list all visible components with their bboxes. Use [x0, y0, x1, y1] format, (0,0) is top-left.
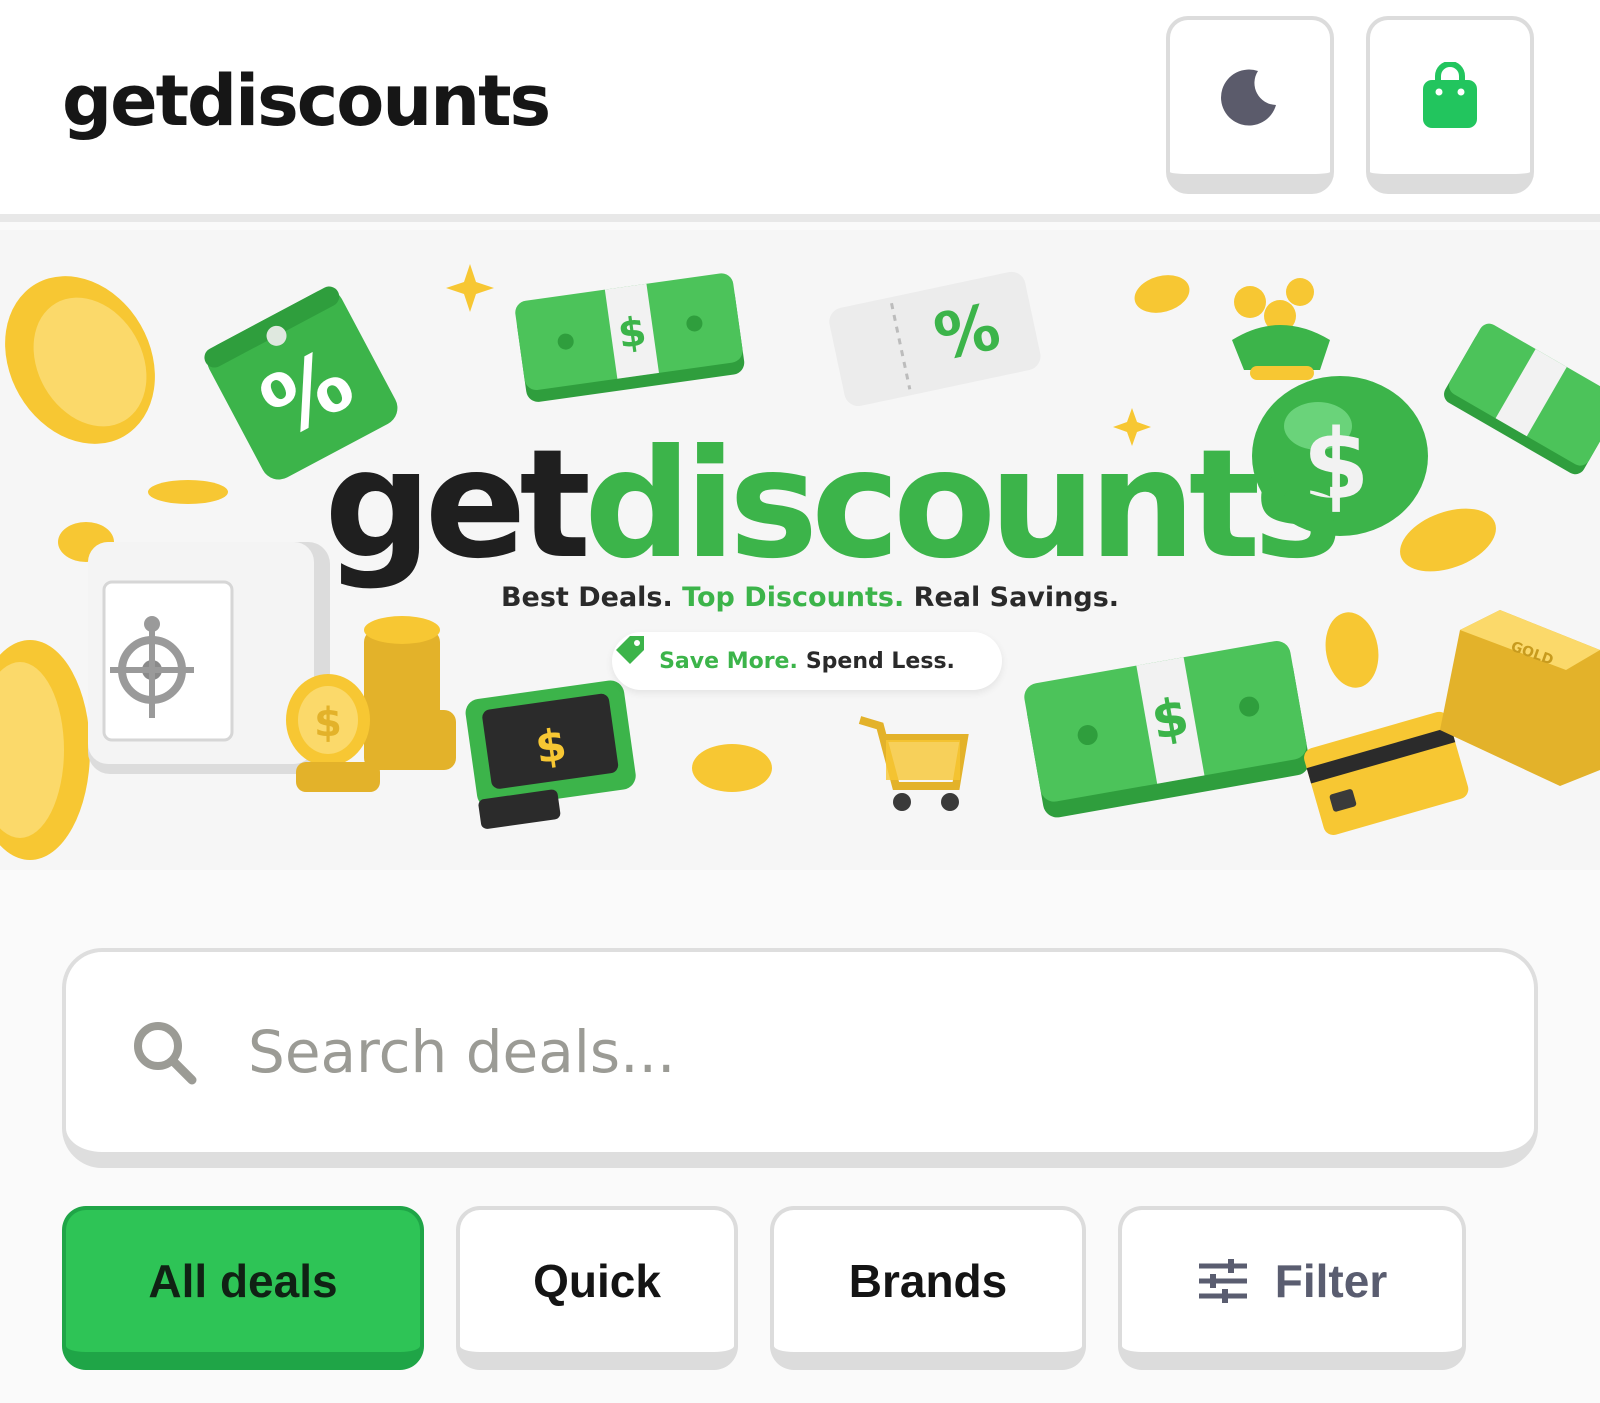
coin-icon	[692, 744, 772, 792]
sparkle-icon	[446, 264, 494, 312]
slogan-save-more: Save More.	[659, 648, 798, 674]
chip-brands-label: Brands	[848, 1255, 1008, 1307]
app-logo[interactable]: getdiscounts	[62, 60, 551, 142]
coin-icon	[1325, 612, 1379, 688]
chip-quick[interactable]: Quick	[456, 1206, 738, 1370]
sliders-icon	[1198, 1259, 1247, 1303]
coin-icon	[0, 640, 90, 860]
chip-all-deals-label: All deals	[148, 1255, 338, 1307]
search-icon	[134, 1022, 197, 1085]
slogan-spend-less: Spend Less.	[805, 648, 955, 674]
banner-brand-title: getdiscounts	[0, 430, 1600, 580]
banner-tagline: Best Deals. Top Discounts. Real Savings.	[0, 582, 1600, 613]
tagline-top-discounts: Top Discounts.	[682, 582, 905, 613]
coupon-icon: %	[829, 271, 1041, 407]
shopping-bag-icon	[1423, 62, 1477, 128]
chip-all-deals[interactable]: All deals	[62, 1206, 424, 1370]
svg-text:$: $	[314, 700, 342, 746]
shopping-cart-icon	[858, 716, 969, 811]
wallet-icon: $	[465, 680, 636, 829]
brand-part-discounts: discounts	[584, 418, 1343, 592]
tag-icon	[616, 636, 644, 664]
coin-icon	[1134, 275, 1190, 313]
tagline-best-deals: Best Deals.	[500, 582, 673, 613]
theme-toggle-button[interactable]	[1166, 16, 1334, 194]
top-header: getdiscounts	[0, 0, 1600, 222]
brand-part-get: get	[324, 418, 591, 592]
search-bar[interactable]	[62, 948, 1538, 1168]
tagline-real-savings: Real Savings.	[913, 582, 1120, 613]
moon-icon	[1221, 69, 1276, 126]
search-input[interactable]	[248, 1018, 1448, 1086]
chip-brands[interactable]: Brands	[770, 1206, 1086, 1370]
filter-button-label: Filter	[1274, 1255, 1388, 1307]
filter-button[interactable]: Filter	[1118, 1206, 1466, 1370]
gold-bar-icon: GOLD	[1440, 610, 1600, 786]
cart-button[interactable]	[1366, 16, 1534, 194]
chip-quick-label: Quick	[533, 1255, 661, 1307]
banner-slogan-pill: Save More. Spend Less.	[612, 632, 1002, 690]
cash-stack-icon: $	[515, 273, 745, 402]
cash-stack-icon: $	[1024, 641, 1310, 818]
promo-banner[interactable]: % $ % $ $ $ $ GOLD getdiscounts Best Dea…	[0, 230, 1600, 870]
